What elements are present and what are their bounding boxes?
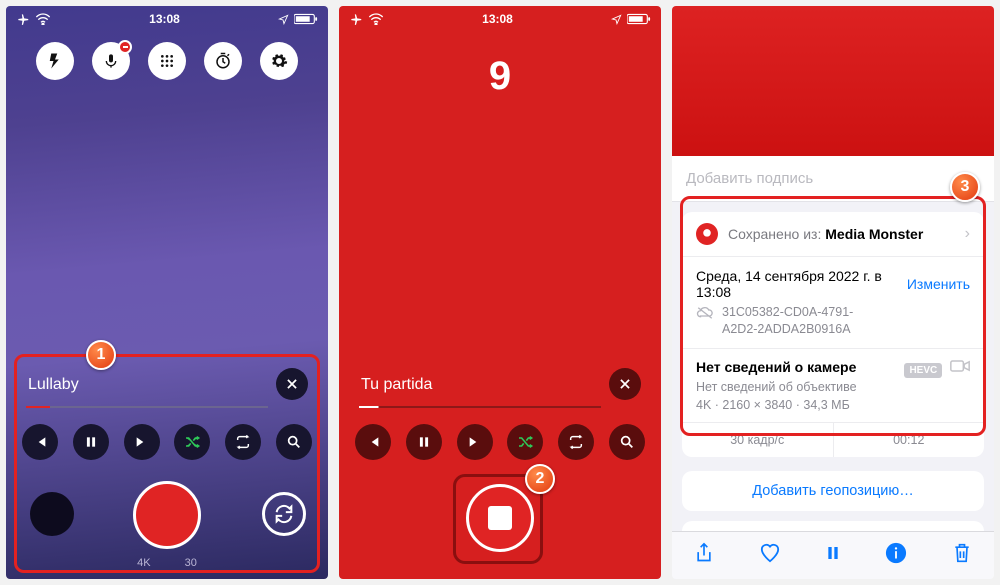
fps-value: 30 кадр/с	[682, 423, 834, 457]
edit-date-button[interactable]: Изменить	[907, 276, 970, 292]
pause-button[interactable]	[406, 424, 442, 460]
status-bar: 13:08	[6, 6, 328, 32]
play-pause-button[interactable]	[825, 544, 841, 567]
codec-and-icon: HEVC	[904, 359, 970, 376]
status-bar: 13:08	[339, 6, 661, 32]
delete-button[interactable]	[952, 542, 972, 569]
photos-bottom-toolbar	[672, 531, 994, 579]
screen-photos-info: Добавить подпись Сохранено из: Media Mon…	[672, 6, 994, 579]
info-button[interactable]	[885, 542, 907, 569]
prev-track-button[interactable]	[355, 424, 391, 460]
search-music-button[interactable]	[609, 424, 645, 460]
airplane-icon	[16, 12, 30, 26]
battery-icon	[627, 13, 651, 25]
chevron-right-icon: ›	[965, 225, 970, 243]
saved-from-row[interactable]: Сохранено из: Media Monster ›	[682, 212, 984, 257]
airplane-icon	[349, 12, 363, 26]
track-title: Tu partida	[361, 376, 432, 394]
countdown-number: 9	[339, 54, 661, 99]
location-icon	[278, 14, 289, 25]
close-icon	[618, 377, 632, 391]
location-icon	[611, 14, 622, 25]
callout-2: 2	[525, 464, 555, 494]
camera-row: Нет сведений о камере HEVC	[682, 349, 984, 380]
settings-button[interactable]	[260, 42, 298, 80]
media-meta: 4K · 2160 × 3840 · 34,3 МБ	[682, 396, 984, 423]
wifi-icon	[35, 13, 51, 25]
highlight-box-1	[14, 354, 320, 573]
favorite-button[interactable]	[759, 543, 781, 568]
flash-button[interactable]	[36, 42, 74, 80]
add-geolocation-button[interactable]: Добавить геопозицию…	[682, 471, 984, 511]
video-preview-area[interactable]	[672, 6, 994, 156]
clock: 13:08	[482, 12, 513, 26]
caption-input[interactable]: Добавить подпись	[672, 156, 994, 202]
uuid-row: 31C05382-CD0A-4791- A2D2-2ADDA2B0916A	[682, 304, 984, 349]
app-icon	[696, 223, 718, 245]
codec-badge: HEVC	[904, 363, 942, 378]
cloud-off-icon	[696, 306, 714, 320]
track-progress[interactable]	[359, 406, 601, 408]
repeat-button[interactable]	[558, 424, 594, 460]
no-lens-text: Нет сведений об объективе	[682, 380, 984, 396]
grid-button[interactable]	[148, 42, 186, 80]
music-controls	[355, 424, 645, 460]
saved-from-text: Сохранено из: Media Monster	[728, 226, 955, 242]
top-toolbar	[6, 32, 328, 84]
mic-button[interactable]	[92, 42, 130, 80]
screen-recording-countdown: 13:08 9 Tu partida 2	[339, 6, 661, 579]
close-music-button[interactable]	[609, 368, 641, 400]
clock: 13:08	[149, 12, 180, 26]
capture-date: Среда, 14 сентября 2022 г. в 13:08	[696, 268, 907, 300]
shuffle-button[interactable]	[507, 424, 543, 460]
duration-value: 00:12	[834, 423, 985, 457]
date-row: Среда, 14 сентября 2022 г. в 13:08 Измен…	[682, 257, 984, 304]
wifi-icon	[368, 13, 384, 25]
no-camera-text: Нет сведений о камере	[696, 359, 856, 375]
callout-1: 1	[86, 340, 116, 370]
screen-recorder-setup: 13:08 Lullaby	[6, 6, 328, 579]
fps-duration-row: 30 кадр/с 00:12	[682, 423, 984, 457]
callout-3: 3	[950, 172, 980, 202]
next-track-button[interactable]	[457, 424, 493, 460]
timer-button[interactable]	[204, 42, 242, 80]
video-icon	[950, 359, 970, 373]
media-info-card: Сохранено из: Media Monster › Среда, 14 …	[682, 212, 984, 457]
battery-icon	[294, 13, 318, 25]
mic-disabled-badge	[118, 40, 132, 54]
share-button[interactable]	[694, 542, 714, 569]
